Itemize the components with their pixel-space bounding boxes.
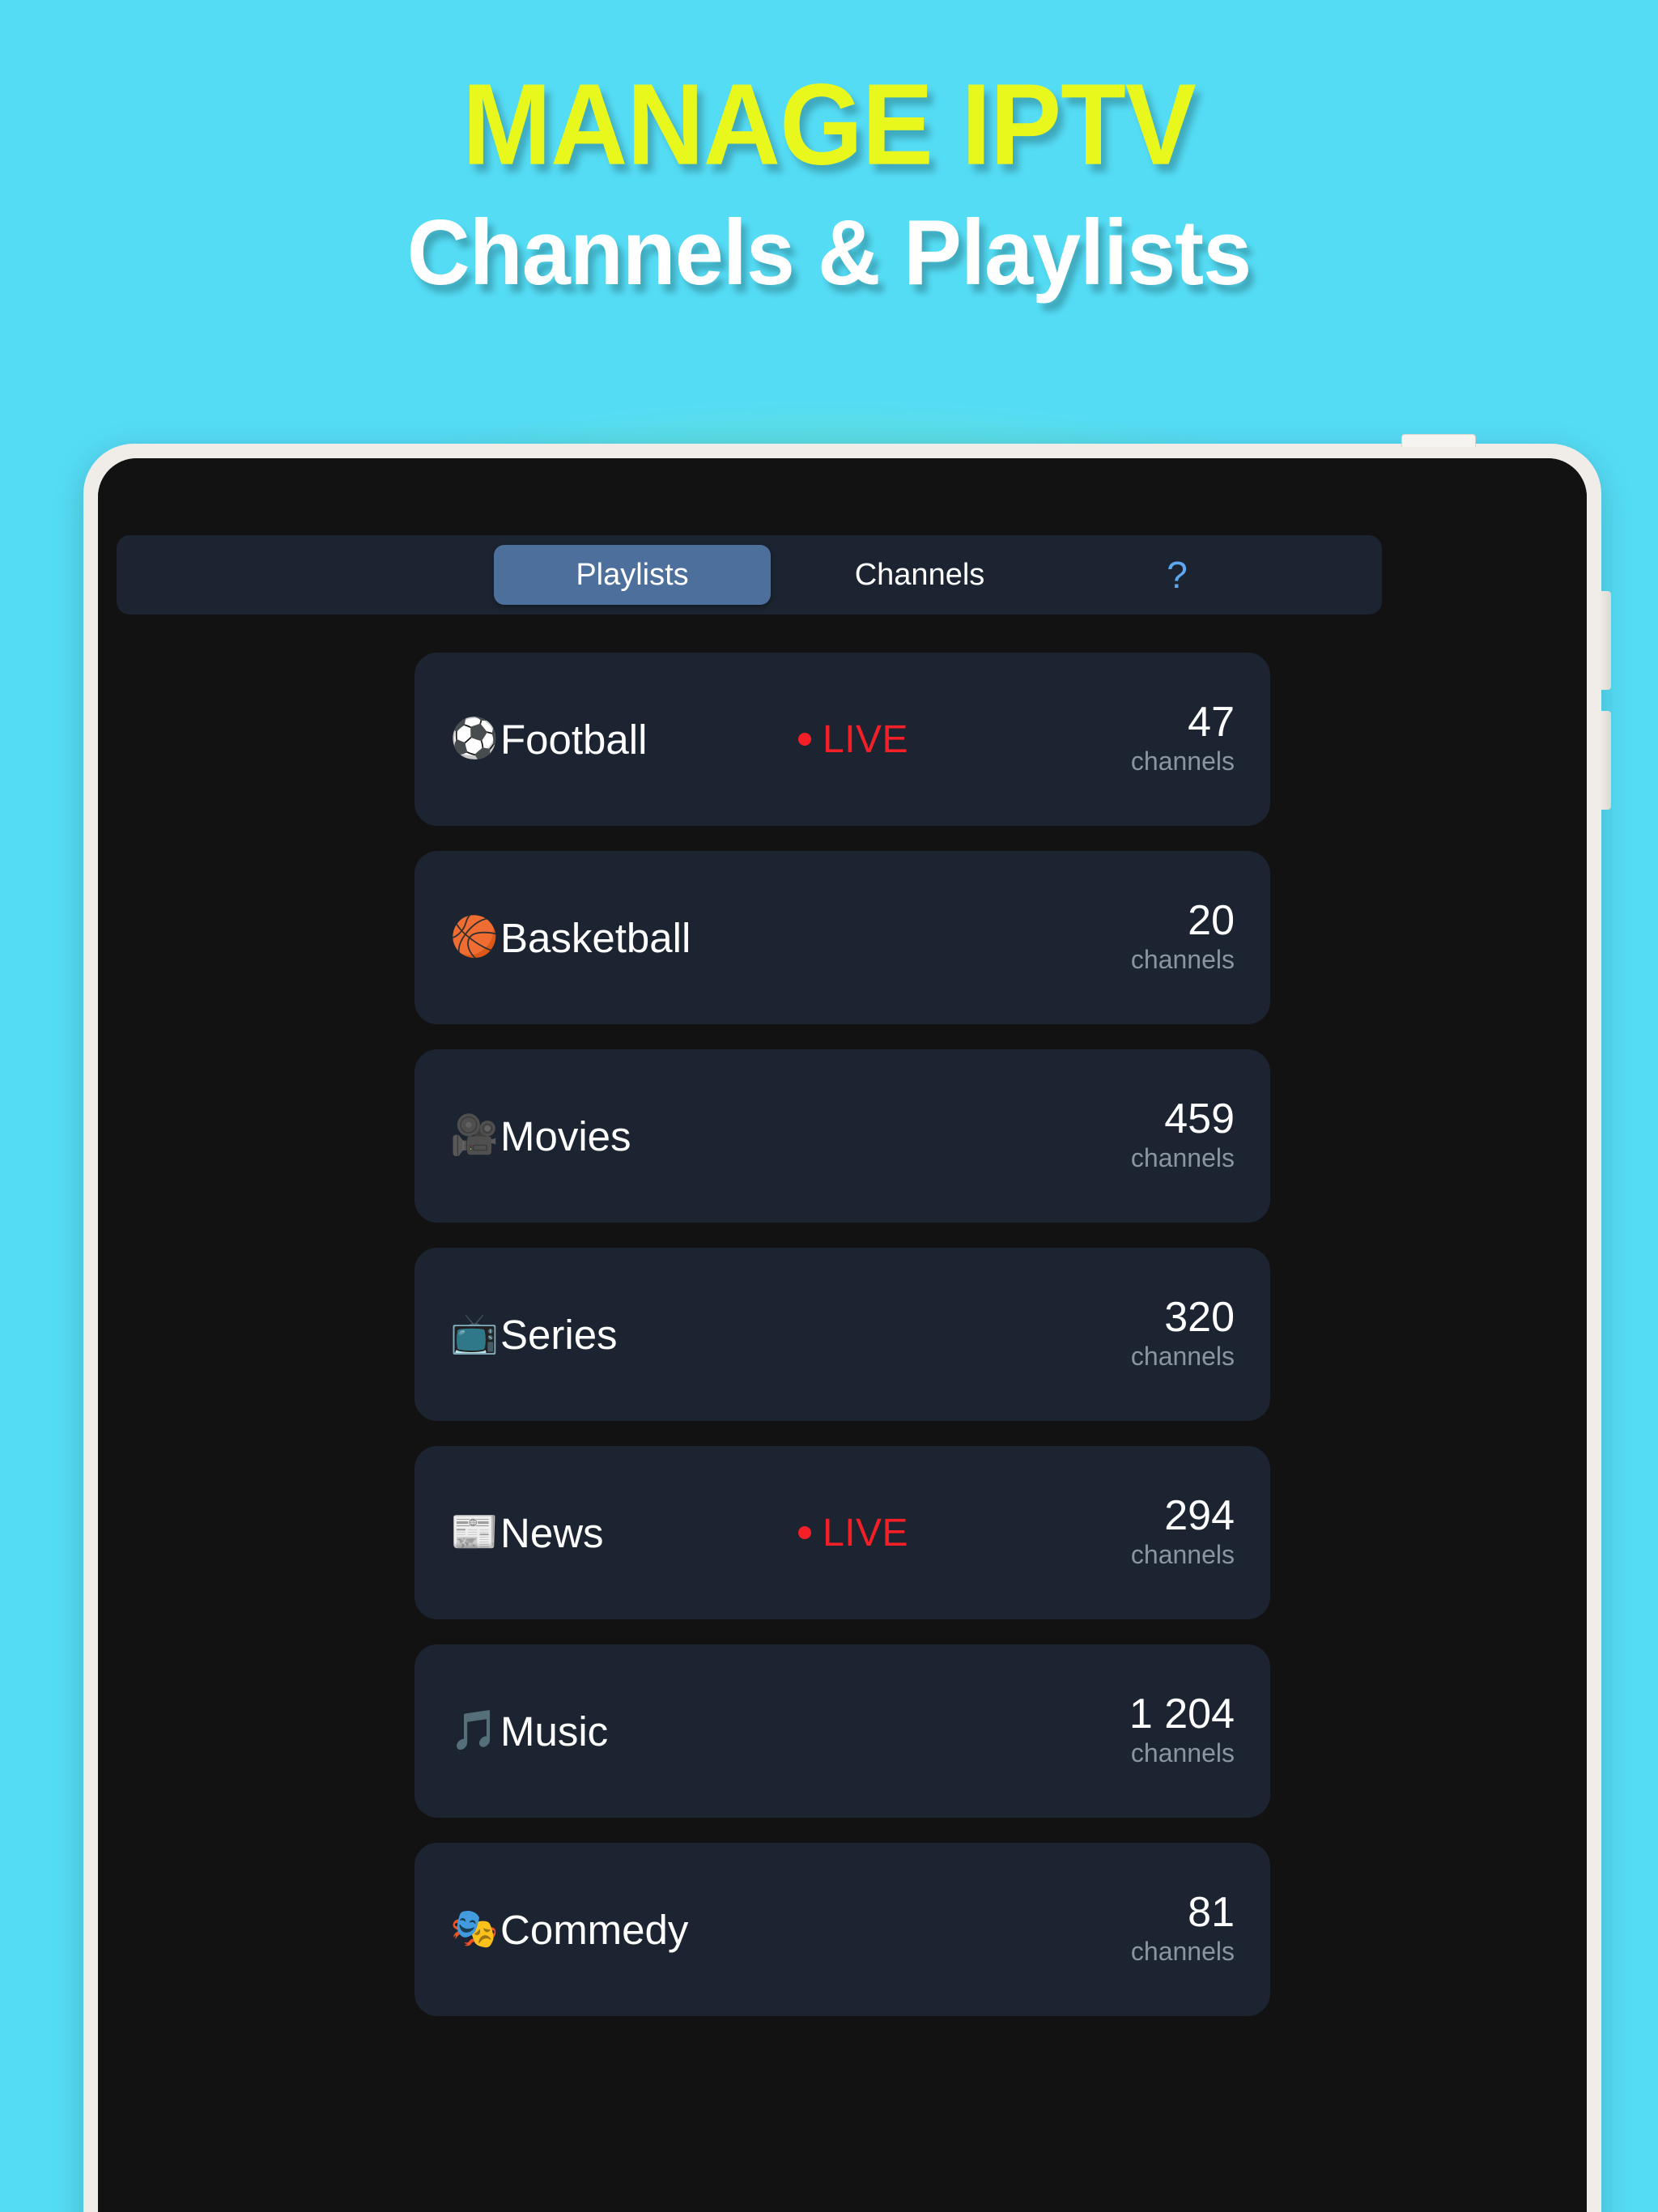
tab-playlists-label: Playlists [576,557,689,592]
playlist-channel-count: 459 channels [1131,1098,1235,1173]
playlist-channel-count: 20 channels [1131,900,1235,975]
playlist-row-movies[interactable]: 🎥 Movies 459 channels [414,1049,1270,1223]
live-label: LIVE [823,1511,909,1555]
power-button[interactable] [1401,434,1476,447]
playlist-channel-count: 47 channels [1131,701,1235,776]
channel-count-unit: channels [1130,747,1235,776]
playlist-channel-count: 1 204 channels [1129,1693,1235,1768]
playlist-row-music[interactable]: 🎵 Music 1 204 channels [414,1644,1270,1818]
playlist-channel-count: 81 channels [1131,1891,1235,1967]
live-label: LIVE [823,717,909,761]
channel-count-unit: channels [1130,1937,1235,1967]
channel-count-unit: channels [1130,1143,1235,1173]
live-badge: LIVE [798,1511,908,1555]
playlist-name: Commedy [500,1906,689,1953]
channel-count-value: 1 204 [1129,1691,1235,1738]
playlist-row-series[interactable]: 📺 Series 320 channels [414,1248,1270,1421]
channel-count-value: 459 [1164,1095,1235,1143]
playlist-row-commedy[interactable]: 🎭 Commedy 81 channels [414,1843,1270,2016]
playlist-row-basketball[interactable]: 🏀 Basketball 20 channels [414,851,1270,1024]
volume-down-button[interactable] [1600,711,1611,810]
live-dot-icon [798,1526,811,1539]
playlist-name: Music [500,1708,609,1755]
television-icon: 📺 [450,1312,499,1355]
iptv-app: Playlists Channels ? ⚽ Football LIVE 47 … [98,458,1587,2212]
playlist-row-identity: ⚽ Football [450,716,798,764]
promo-title-line1: MANAGE IPTV [462,60,1197,189]
promo-headline: MANAGE IPTV Channels & Playlists [0,0,1658,304]
question-mark-icon: ? [1167,554,1188,596]
channel-count-unit: channels [1130,1540,1235,1570]
channel-count-value: 294 [1164,1492,1235,1540]
basketball-icon: 🏀 [450,916,499,959]
channel-count-unit: channels [1130,1738,1235,1768]
playlist-channel-count: 294 channels [1131,1495,1235,1570]
segmented-tab-bar: Playlists Channels ? [117,535,1382,615]
playlist-row-identity: 🎵 Music [450,1708,798,1755]
volume-up-button[interactable] [1600,591,1611,690]
tab-channels[interactable]: Channels [779,545,1061,605]
newspaper-icon: 📰 [450,1511,499,1554]
movie-camera-icon: 🎥 [450,1114,499,1157]
playlist-name: Basketball [500,914,691,961]
playlist-row-news[interactable]: 📰 News LIVE 294 channels [414,1446,1270,1619]
playlist-name: Series [500,1311,618,1358]
tab-channels-label: Channels [854,557,985,592]
tablet-device-frame: Playlists Channels ? ⚽ Football LIVE 47 … [83,434,1611,2212]
playlist-name: Football [500,716,648,763]
theater-masks-icon: 🎭 [450,1908,499,1950]
channel-count-unit: channels [1130,1342,1235,1372]
live-dot-icon [798,733,811,746]
live-badge: LIVE [798,717,908,762]
soccer-ball-icon: ⚽ [450,717,499,760]
music-note-icon: 🎵 [450,1709,499,1752]
playlist-row-identity: 🎥 Movies [450,1112,798,1160]
playlist-list: ⚽ Football LIVE 47 channels 🏀 Basketball… [98,653,1587,2041]
playlist-channel-count: 320 channels [1131,1296,1235,1372]
channel-count-value: 47 [1188,699,1235,747]
playlist-row-football[interactable]: ⚽ Football LIVE 47 channels [414,653,1270,826]
promo-title-line2: Channels & Playlists [406,200,1252,304]
help-button[interactable]: ? [1072,545,1282,605]
channel-count-value: 320 [1164,1294,1235,1342]
channel-count-value: 81 [1188,1889,1235,1937]
playlist-row-identity: 📺 Series [450,1311,798,1359]
tab-playlists[interactable]: Playlists [494,545,771,605]
channel-count-unit: channels [1130,945,1235,975]
channel-count-value: 20 [1188,897,1235,945]
playlist-row-identity: 🏀 Basketball [450,914,798,962]
playlist-row-identity: 🎭 Commedy [450,1906,798,1954]
playlist-name: News [500,1509,604,1556]
playlist-row-identity: 📰 News [450,1509,798,1557]
playlist-name: Movies [500,1112,631,1159]
tablet-screen: Playlists Channels ? ⚽ Football LIVE 47 … [98,458,1587,2212]
